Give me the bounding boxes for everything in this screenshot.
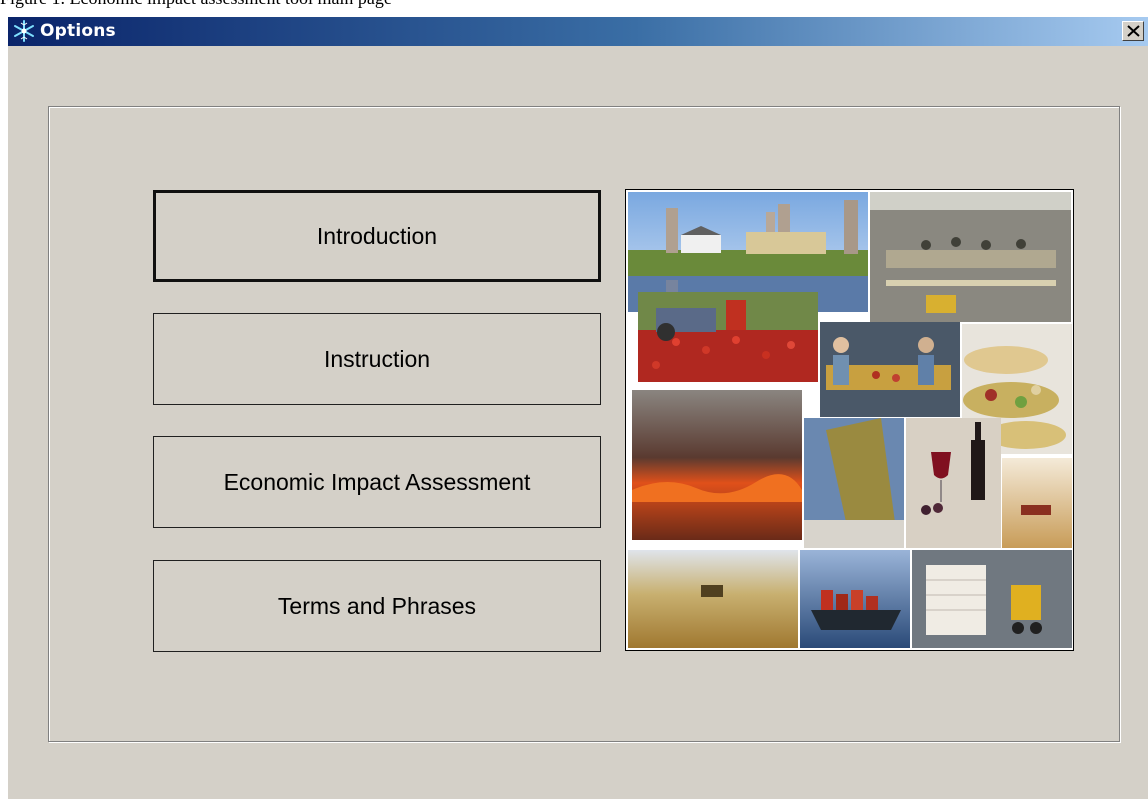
instruction-button-label: Instruction [323, 345, 431, 372]
combine-harvester-photo [628, 550, 798, 648]
snowflake-app-icon [13, 20, 35, 42]
grain-field-photo [1002, 458, 1072, 548]
introduction-button[interactable]: Introduction [153, 190, 601, 282]
grain-chute-photo [804, 418, 904, 548]
terms-and-phrases-button[interactable]: Terms and Phrases [153, 560, 601, 652]
page-caption-fragment: Figure 1. Economic impact assessment too… [0, 0, 700, 8]
instruction-button[interactable]: Instruction [153, 313, 601, 405]
title-bar[interactable]: Options [8, 17, 1148, 46]
tomato-harvest-photo [638, 292, 818, 382]
terms-and-phrases-button-label: Terms and Phrases [277, 592, 477, 619]
window-title: Options [40, 21, 116, 41]
economic-impact-assessment-button-label: Economic Impact Assessment [223, 468, 531, 495]
forklift-boxes-photo [912, 550, 1072, 648]
wine-bottle-photo [906, 418, 1001, 548]
processing-line-photo [870, 192, 1071, 322]
close-icon [1127, 25, 1140, 37]
field-fire-photo [632, 390, 802, 540]
economic-impact-assessment-button[interactable]: Economic Impact Assessment [153, 436, 601, 528]
options-dialog: Options Introduction Instruction Economi… [8, 17, 1148, 799]
close-button[interactable] [1122, 21, 1144, 41]
cargo-ship-photo [800, 550, 910, 648]
introduction-button-label: Introduction [316, 222, 438, 249]
agriculture-photo-collage [625, 189, 1074, 651]
packing-workers-photo [820, 322, 960, 417]
